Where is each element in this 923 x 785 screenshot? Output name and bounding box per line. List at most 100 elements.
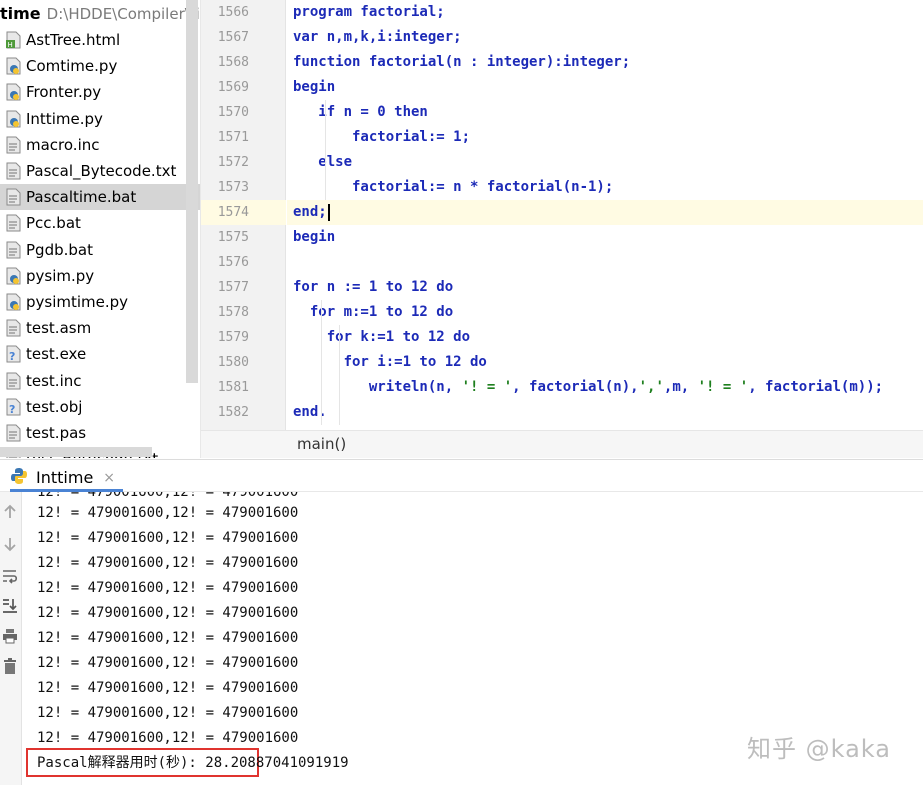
file-item[interactable]: macro.inc: [0, 132, 200, 158]
indent-guide: [339, 325, 340, 425]
line-number: 1577: [217, 280, 249, 295]
file-name: Pascaltime.bat: [26, 188, 137, 207]
text-file-icon: [6, 162, 22, 180]
python-file-icon: [6, 110, 22, 128]
indent-guide: [321, 300, 322, 425]
text-file-icon: [6, 214, 22, 232]
file-tree: H AstTree.html Comtime.py Fronter.py Inttime…: [0, 27, 200, 458]
line-number: 1582: [217, 405, 249, 420]
line-number: 1579: [217, 330, 249, 345]
line-number: 1574: [217, 205, 249, 220]
code-line[interactable]: for k:=1 to 12 do: [287, 325, 923, 350]
up-arrow-icon[interactable]: [0, 502, 20, 522]
code-line[interactable]: var n,m,k,i:integer;: [287, 25, 923, 50]
code-line[interactable]: else: [287, 150, 923, 175]
code-line[interactable]: end.: [287, 400, 923, 425]
line-number-gutter: 1566 1567 1568 1569 1570 1571 1572 1573 1574 1575…: [201, 0, 286, 430]
file-item[interactable]: Pcc.bat: [0, 210, 200, 236]
file-item[interactable]: pysim.py: [0, 263, 200, 289]
code-line[interactable]: factorial:= n * factorial(n-1);: [287, 175, 923, 200]
python-run-icon: [10, 467, 28, 489]
indent-guide: [325, 100, 326, 200]
console-line: 12! = 479001600,12! = 479001600: [37, 705, 299, 721]
file-name: test.pas: [26, 423, 87, 442]
print-icon[interactable]: [0, 626, 20, 646]
file-item[interactable]: Fronter.py: [0, 79, 200, 105]
text-file-icon: [6, 372, 22, 390]
console-line: 12! = 479001600,12! = 479001600: [37, 655, 299, 671]
down-arrow-icon[interactable]: [0, 534, 20, 554]
tree-horizontal-scrollbar[interactable]: [0, 447, 152, 457]
code-line[interactable]: for n := 1 to 12 do: [287, 275, 923, 300]
project-root-header[interactable]: time D:\HDDE\Compiler\tir: [0, 2, 200, 26]
text-file-icon: [6, 241, 22, 259]
file-name: Pcc.bat: [26, 214, 81, 233]
text-file-icon: [6, 319, 22, 337]
breadcrumb[interactable]: main(): [201, 430, 923, 458]
file-name: pysim.py: [26, 266, 95, 285]
project-root-path: D:\HDDE\Compiler\tir: [46, 5, 200, 23]
soft-wrap-icon[interactable]: [0, 566, 20, 586]
file-name: AstTree.html: [26, 31, 121, 50]
file-name: test.exe: [26, 345, 87, 364]
console-line: 12! = 479001600,12! = 479001600: [37, 505, 299, 521]
console-line: 12! = 479001600,12! = 479001600: [37, 605, 299, 621]
file-name: Pgdb.bat: [26, 240, 93, 259]
close-icon[interactable]: ×: [103, 470, 115, 486]
svg-text:?: ?: [9, 350, 15, 363]
python-file-icon: [6, 267, 22, 285]
console-line: 12! = 479001600,12! = 479001600: [37, 580, 299, 596]
file-name: test.asm: [26, 319, 92, 338]
line-number: 1581: [217, 380, 249, 395]
code-line[interactable]: end;: [287, 200, 923, 225]
file-item[interactable]: pysimtime.py: [0, 289, 200, 315]
code-editor[interactable]: 1566 1567 1568 1569 1570 1571 1572 1573 1574 1575…: [200, 0, 923, 458]
scroll-to-end-icon[interactable]: [0, 596, 20, 616]
line-number: 1569: [217, 80, 249, 95]
line-number: 1572: [217, 155, 249, 170]
file-item[interactable]: test.asm: [0, 315, 200, 341]
trash-icon[interactable]: [0, 656, 20, 676]
code-line[interactable]: program factorial;: [287, 0, 923, 25]
tree-vertical-scrollbar[interactable]: [186, 0, 198, 383]
code-line[interactable]: for m:=1 to 12 do: [287, 300, 923, 325]
line-number: 1568: [217, 55, 249, 70]
code-line[interactable]: if n = 0 then: [287, 100, 923, 125]
code-line[interactable]: for i:=1 to 12 do: [287, 350, 923, 375]
text-file-icon: [6, 188, 22, 206]
code-line[interactable]: writeln(n, '! = ', factorial(n),',',m, '…: [287, 375, 923, 400]
file-name: Comtime.py: [26, 57, 118, 76]
code-line[interactable]: [287, 250, 923, 275]
file-item[interactable]: ? test.obj: [0, 394, 200, 420]
file-name: Fronter.py: [26, 83, 102, 102]
file-item[interactable]: Comtime.py: [0, 53, 200, 79]
project-panel: time D:\HDDE\Compiler\tir H AstTree.html Co…: [0, 0, 200, 458]
svg-text:H: H: [8, 41, 13, 49]
line-number: 1573: [217, 180, 249, 195]
tab-inttime[interactable]: Inttime ×: [10, 466, 124, 492]
file-item[interactable]: Inttime.py: [0, 106, 200, 132]
file-item[interactable]: Pgdb.bat: [0, 237, 200, 263]
file-item[interactable]: test.inc: [0, 367, 200, 393]
run-toolbar: [0, 492, 22, 785]
run-tool-window-header: Inttime ×: [0, 459, 923, 492]
code-line[interactable]: factorial:= 1;: [287, 125, 923, 150]
code-line[interactable]: begin: [287, 75, 923, 100]
code-line[interactable]: function factorial(n : integer):integer;: [287, 50, 923, 75]
file-item[interactable]: ? test.exe: [0, 341, 200, 367]
console-line: 12! = 479001600,12! = 479001600: [37, 680, 299, 696]
file-item[interactable]: test.pas: [0, 420, 200, 446]
file-name: Pascal_Bytecode.txt: [26, 162, 177, 181]
text-file-icon: [6, 424, 22, 442]
tab-inttime-label: Inttime: [36, 468, 94, 487]
unknown-file-icon: ?: [6, 345, 22, 363]
file-item[interactable]: Pascal_Bytecode.txt: [0, 158, 200, 184]
code-area[interactable]: program factorial; var n,m,k,i:integer; fu…: [287, 0, 923, 430]
file-item[interactable]: H AstTree.html: [0, 27, 200, 53]
breadcrumb-item-main[interactable]: main(): [297, 435, 346, 453]
console-line: 12! = 479001600,12! = 479001600: [37, 530, 299, 546]
code-line[interactable]: begin: [287, 225, 923, 250]
line-number: 1580: [217, 355, 249, 370]
python-file-icon: [6, 293, 22, 311]
file-item[interactable]: Pascaltime.bat: [0, 184, 200, 211]
